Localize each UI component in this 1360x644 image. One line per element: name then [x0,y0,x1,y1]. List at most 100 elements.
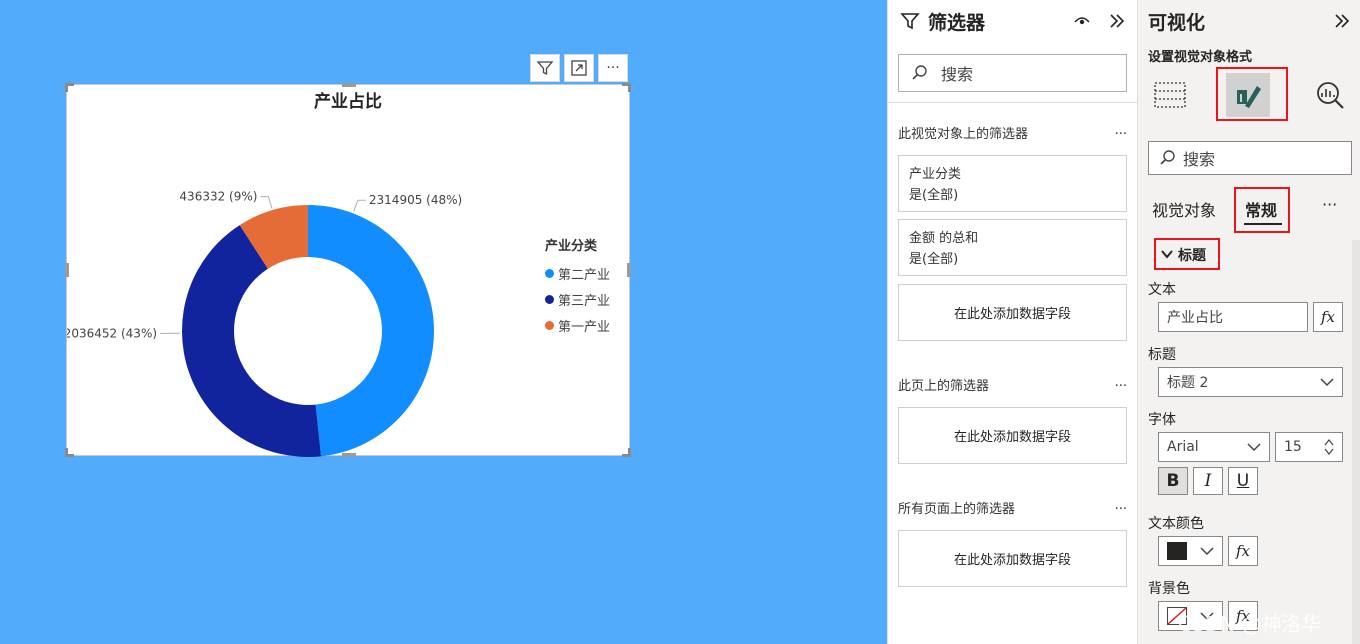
chevron-down-icon [1200,547,1214,556]
format-search-input[interactable]: 搜索 [1148,141,1352,175]
data-label: 2314905 (48%) [369,193,462,207]
all-pages-filters-section-header: 所有页面上的筛选器 ... [888,498,1137,517]
format-tabs: 视觉对象 常规 ··· [1138,187,1360,233]
title-text-input[interactable]: 产业占比 [1158,302,1308,332]
donut-chart-visual[interactable]: 产业占比 2314905 (48%) 2036452 (43%) 436332 (9… [65,83,631,457]
data-label: 436332 (9%) [179,190,257,204]
heading-label: 标题 [1148,347,1176,363]
filter-card-field: 产业分类 [909,167,962,182]
tab-visual[interactable]: 视觉对象 [1152,197,1216,221]
watermark: CSDN @神洛华 [1178,612,1322,636]
add-data-field-dropzone[interactable]: 在此处添加数据字段 [898,407,1127,464]
resize-handle[interactable] [627,263,631,277]
more-options-label: ··· [606,60,620,76]
text-label: 文本 [1148,282,1176,298]
chevron-down-icon [1161,250,1173,259]
font-family-value: Arial [1167,439,1199,455]
leader-line [260,196,273,209]
section-more-button[interactable]: ... [1115,498,1127,517]
search-icon [912,65,927,80]
underline-button[interactable]: U [1228,467,1258,495]
donut-chart: 2314905 (48%) 2036452 (43%) 436332 (9%) [67,190,462,457]
font-label: 字体 [1148,412,1176,428]
italic-button[interactable]: I [1193,467,1223,495]
filter-card[interactable]: 金额 的总和 是(全部) [898,219,1127,276]
heading-level-select[interactable]: 标题 2 [1158,367,1343,397]
donut-slice-1[interactable] [308,205,435,457]
bold-label: B [1166,471,1180,491]
legend-item[interactable]: 第三产业 [545,286,610,312]
analytics-icon[interactable] [1308,73,1352,117]
fx-button[interactable]: fx [1228,536,1258,566]
more-options-button[interactable]: ··· [598,54,628,82]
search-icon [1160,150,1175,165]
eye-icon[interactable] [1073,14,1091,28]
font-family-select[interactable]: Arial [1158,432,1270,462]
legend-label: 第一产业 [558,319,611,335]
text-color-picker[interactable] [1158,536,1223,566]
fx-label: fx [1235,542,1250,560]
format-visual-subtitle: 设置视觉对象格式 [1148,50,1253,65]
legend-item[interactable]: 第一产业 [545,312,610,338]
visualizations-pane-title: 可视化 [1148,11,1206,34]
font-size-stepper[interactable]: 15 [1275,432,1343,462]
background-color-label: 背景色 [1148,581,1190,597]
collapse-pane-icon[interactable] [1334,13,1350,29]
page-filters-title: 此页上的筛选器 [898,379,990,394]
filter-icon[interactable] [530,54,560,82]
filter-icon [900,13,920,30]
filters-pane: 筛选器 搜索 此视觉对象上的筛选器 ... 产业分类 是(全部) 金额 的总和 … [887,0,1138,644]
visual-filters-title: 此视觉对象上的筛选器 [898,127,1029,142]
visualizations-pane: 可视化 设置视觉对象格式 搜索 视觉对象 常规 ··· 标题 文本 产业占比 f… [1138,0,1360,644]
underline-label: U [1236,471,1250,491]
collapse-pane-icon[interactable] [1109,13,1125,29]
legend-marker [545,294,554,304]
stepper-arrows-icon[interactable] [1324,437,1334,457]
heading-level-value: 标题 2 [1167,375,1209,391]
add-data-field-dropzone[interactable]: 在此处添加数据字段 [898,284,1127,341]
filter-card-state: 是(全部) [909,252,959,267]
highlight-box [1216,67,1288,121]
font-size-value: 15 [1284,439,1302,455]
color-swatch [1167,542,1187,560]
italic-label: I [1204,471,1212,491]
legend-item[interactable]: 第二产业 [545,260,610,286]
legend-title: 产业分类 [545,239,598,254]
filters-search-input[interactable]: 搜索 [898,54,1127,92]
legend-label: 第三产业 [558,293,611,309]
filter-card-field: 金额 的总和 [909,231,979,246]
search-placeholder: 搜索 [1183,150,1216,169]
text-color-label: 文本颜色 [1148,516,1204,532]
fx-label: fx [1320,308,1335,326]
pane-mode-switcher [1138,65,1360,125]
chevron-down-icon [1320,378,1334,387]
all-pages-filters-title: 所有页面上的筛选器 [898,502,1016,517]
chevron-down-icon [1247,443,1261,452]
visual-filters-section-header: 此视觉对象上的筛选器 ... [888,123,1137,142]
add-data-field-label: 在此处添加数据字段 [953,553,1071,568]
highlight-box [1234,187,1290,233]
filter-card[interactable]: 产业分类 是(全部) [898,155,1127,212]
data-label: 2036452 (43%) [67,326,157,340]
visual-header: ··· [530,54,628,82]
build-visual-icon[interactable] [1148,73,1192,117]
chart-legend: 产业分类 第二产业第三产业第一产业 [545,235,610,338]
title-section-header[interactable]: 标题 [1154,238,1234,270]
focus-mode-icon[interactable] [564,54,594,82]
filters-pane-title: 筛选器 [928,11,986,34]
title-text-value: 产业占比 [1167,310,1223,326]
report-canvas: ··· 产业占比 2314905 (48%) 2036452 (43%) 43633… [0,0,887,644]
donut-slice-2[interactable] [181,225,322,457]
legend-label: 第二产业 [558,267,611,283]
fx-button[interactable]: fx [1313,302,1343,332]
add-data-field-label: 在此处添加数据字段 [953,430,1071,445]
scrollbar[interactable] [1352,240,1360,644]
resize-handle[interactable] [622,448,631,457]
section-more-button[interactable]: ... [1115,375,1127,394]
section-more-button[interactable]: ... [1115,123,1127,142]
tab-more-button[interactable]: ··· [1322,195,1337,214]
add-data-field-label: 在此处添加数据字段 [953,307,1071,322]
add-data-field-dropzone[interactable]: 在此处添加数据字段 [898,530,1127,587]
bold-button[interactable]: B [1158,467,1188,495]
leader-line [353,199,366,212]
